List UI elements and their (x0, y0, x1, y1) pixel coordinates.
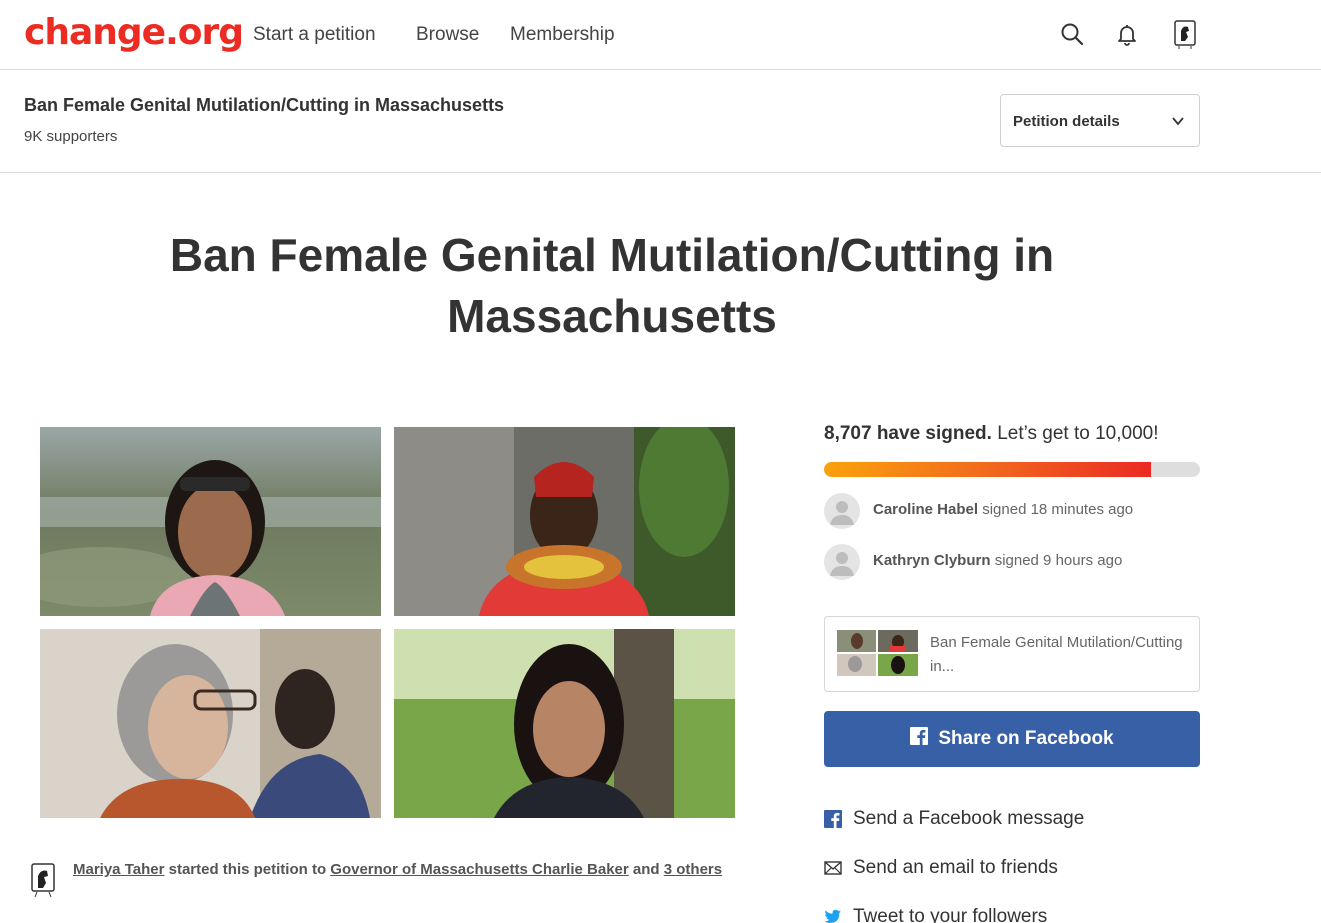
signature-progress-bar (824, 462, 1200, 477)
signature-count: 8,707 have signed. Let’s get to 10,000! (824, 423, 1158, 445)
decision-maker-link[interactable]: Governor of Massachusetts Charlie Baker (330, 861, 628, 878)
petition-photo-3 (40, 629, 381, 818)
send-facebook-message-link[interactable]: Send a Facebook message (824, 806, 1084, 832)
chevron-down-icon (1171, 114, 1185, 133)
others-link[interactable]: 3 others (664, 861, 722, 878)
send-email-link[interactable]: Send an email to friends (824, 855, 1058, 881)
send-facebook-message-label: Send a Facebook message (853, 808, 1085, 829)
top-navigation: change.org Start a petition Browse Membe… (0, 0, 1321, 70)
recent-signer: Caroline Habel signed 18 minutes ago (824, 493, 1200, 529)
creator-name-link[interactable]: Mariya Taher (73, 861, 164, 878)
facebook-square-icon (824, 810, 842, 828)
signer-name: Caroline Habel (873, 501, 979, 518)
petition-details-dropdown[interactable]: Petition details (1000, 94, 1200, 147)
goal-text: Let’s get to 10,000! (997, 423, 1159, 444)
signed-count-text: 8,707 have signed. (824, 423, 992, 444)
creator-avatar[interactable] (30, 862, 56, 898)
signer-time: signed 18 minutes ago (982, 501, 1134, 518)
summary-title: Ban Female Genital Mutilation/Cutting in… (24, 95, 505, 115)
nav-membership[interactable]: Membership (510, 24, 615, 46)
signer-entry: Kathryn Clyburn signed 9 hours ago (873, 552, 1122, 569)
share-preview-card[interactable]: Ban Female Genital Mutilation/Cutting in… (824, 616, 1200, 692)
share-on-facebook-button[interactable]: Share on Facebook (824, 711, 1200, 767)
send-email-label: Send an email to friends (853, 857, 1058, 878)
tweet-label: Tweet to your followers (853, 906, 1048, 923)
twitter-icon (824, 908, 842, 923)
creator-text-started: started this petition to (168, 861, 327, 878)
default-avatar-icon (824, 493, 860, 529)
search-icon[interactable] (1058, 20, 1086, 48)
petition-summary-bar: Ban Female Genital Mutilation/Cutting in… (0, 70, 1321, 173)
signer-entry: Caroline Habel signed 18 minutes ago (873, 501, 1133, 518)
petition-title: Ban Female Genital Mutilation/Cutting in… (169, 229, 1055, 342)
tweet-link[interactable]: Tweet to your followers (824, 904, 1047, 923)
share-preview-title: Ban Female Genital Mutilation/Cutting in… (930, 634, 1183, 675)
petition-photo-2 (394, 427, 735, 616)
facebook-icon (910, 727, 929, 751)
bell-icon[interactable] (1113, 20, 1141, 48)
nav-browse[interactable]: Browse (416, 24, 479, 46)
user-avatar[interactable] (1171, 20, 1199, 49)
nav-start-petition[interactable]: Start a petition (253, 24, 376, 46)
petition-details-label: Petition details (1013, 113, 1120, 130)
default-avatar-icon (824, 544, 860, 580)
petition-photo-4 (394, 629, 735, 818)
signer-time: signed 9 hours ago (994, 552, 1123, 569)
creator-text-and: and (632, 861, 660, 878)
share-preview-thumbnail (837, 630, 918, 676)
supporter-count: 9K supporters (24, 128, 118, 145)
change-org-logo[interactable]: change.org (24, 12, 244, 53)
progress-fill (824, 462, 1152, 477)
petition-photo-1 (40, 427, 381, 616)
share-on-facebook-label: Share on Facebook (938, 728, 1114, 749)
email-icon (824, 859, 842, 877)
creator-line: Mariya Taher started this petition to Go… (73, 855, 733, 884)
recent-signer: Kathryn Clyburn signed 9 hours ago (824, 544, 1200, 580)
signer-name: Kathryn Clyburn (873, 552, 991, 569)
